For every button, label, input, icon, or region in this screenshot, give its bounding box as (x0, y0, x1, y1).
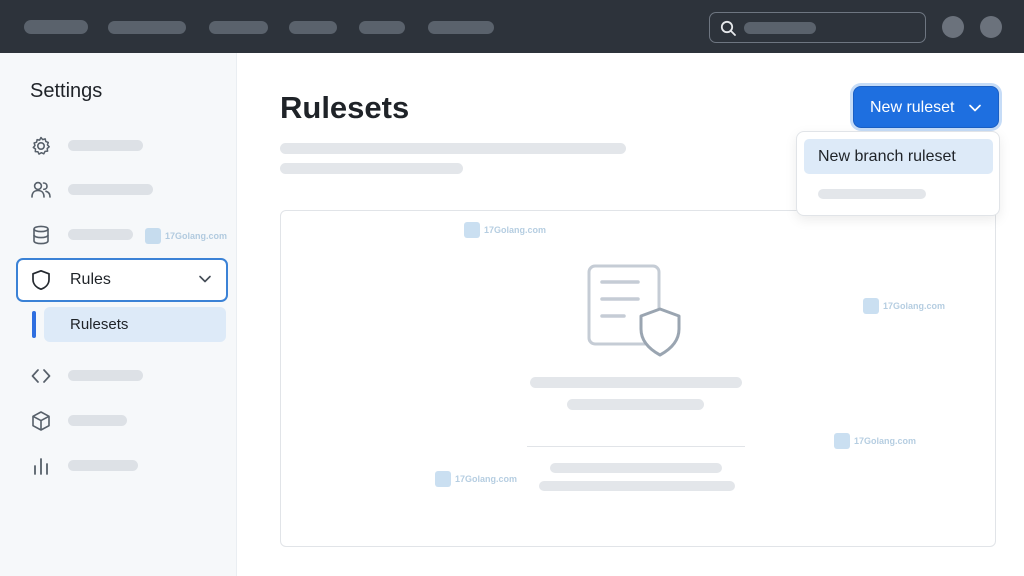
sidebar-item-collaborators[interactable] (16, 169, 228, 211)
watermark-text: 17Golang.com (883, 301, 946, 311)
page-title: Rulesets (280, 90, 410, 125)
watermark-logo-icon (834, 433, 850, 449)
watermark: 17Golang.com (863, 298, 945, 314)
logo-placeholder[interactable] (24, 20, 88, 34)
top-navbar (0, 0, 1024, 53)
menu-item-label: New branch ruleset (818, 148, 956, 165)
sidebar-title: Settings (30, 80, 103, 102)
sidebar-item-label-placeholder (68, 229, 133, 240)
sidebar-item-label-placeholder (68, 370, 143, 381)
new-ruleset-dropdown: New branch ruleset (796, 131, 1000, 216)
sidebar-item-code[interactable] (16, 355, 228, 397)
nav-link-placeholder[interactable] (428, 21, 494, 34)
empty-state-title-placeholder (530, 377, 742, 388)
graph-icon (34, 458, 48, 475)
watermark-logo-icon (435, 471, 451, 487)
empty-state-text-placeholder (550, 463, 722, 473)
nav-link-placeholder[interactable] (289, 21, 337, 34)
package-icon (32, 411, 50, 431)
nav-link-placeholder[interactable] (108, 21, 186, 34)
watermark-logo-icon (863, 298, 879, 314)
ruleset-document-shield-icon (587, 264, 681, 357)
sidebar-item-rules[interactable]: Rules (16, 258, 228, 302)
watermark-text: 17Golang.com (455, 474, 518, 484)
sidebar-subitem-label: Rulesets (70, 316, 129, 333)
watermark: 17Golang.com (435, 471, 517, 487)
sidebar-item-general[interactable] (16, 125, 228, 167)
divider (527, 446, 745, 447)
sidebar-item-label-placeholder (68, 415, 127, 426)
new-ruleset-label: New ruleset (870, 99, 955, 116)
watermark: 17Golang.com (834, 433, 916, 449)
notifications-avatar[interactable] (942, 16, 964, 38)
watermark-logo-icon (145, 228, 161, 244)
search-placeholder (744, 22, 816, 34)
description-placeholder (280, 163, 463, 174)
watermark-logo-icon (464, 222, 480, 238)
empty-state-text-placeholder (539, 481, 735, 491)
watermark-text: 17Golang.com (484, 225, 547, 235)
sidebar-subitem-rulesets[interactable]: Rulesets (44, 307, 226, 342)
search-icon (720, 20, 736, 36)
shield-icon (32, 269, 50, 291)
watermark: 17Golang.com (145, 228, 227, 244)
nav-link-placeholder[interactable] (359, 21, 405, 34)
empty-state-text-placeholder (567, 399, 704, 410)
new-ruleset-button[interactable]: New ruleset (853, 86, 999, 128)
description-placeholder (280, 143, 626, 154)
gear-icon (32, 136, 50, 155)
menu-item-placeholder[interactable] (818, 189, 926, 199)
sidebar-item-insights[interactable] (16, 445, 228, 487)
people-icon (31, 181, 51, 198)
settings-sidebar: Settings Rules Rulesets (0, 53, 237, 576)
watermark-text: 17Golang.com (854, 436, 917, 446)
sidebar-item-packages[interactable] (16, 400, 228, 442)
code-icon (31, 369, 51, 383)
search-input[interactable] (709, 12, 926, 43)
sidebar-item-label-placeholder (68, 184, 153, 195)
watermark: 17Golang.com (464, 222, 546, 238)
sidebar-item-label: Rules (70, 271, 111, 288)
chevron-down-icon (969, 104, 981, 112)
nav-link-placeholder[interactable] (209, 21, 268, 34)
chevron-down-icon (199, 275, 211, 283)
watermark-text: 17Golang.com (165, 231, 228, 241)
database-icon (33, 225, 49, 245)
sidebar-item-label-placeholder (68, 460, 138, 471)
active-indicator (32, 311, 36, 338)
menu-item-new-branch-ruleset[interactable]: New branch ruleset (804, 139, 993, 174)
avatar[interactable] (980, 16, 1002, 38)
sidebar-item-label-placeholder (68, 140, 143, 151)
